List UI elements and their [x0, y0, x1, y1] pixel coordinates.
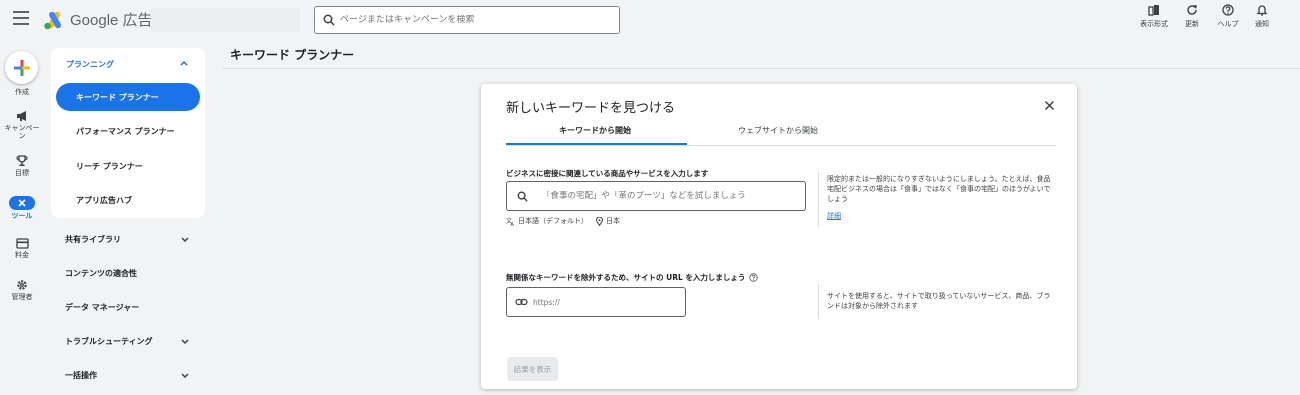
svg-text:A: A [511, 222, 515, 226]
tab-start-with-website[interactable]: ウェブサイトから開始 [738, 125, 818, 136]
tab-start-with-keywords[interactable]: キーワードから開始 [559, 125, 631, 136]
keyword-input-box[interactable] [506, 181, 806, 211]
google-ads-logo[interactable]: Google 広告 [43, 9, 153, 30]
rail-label-admin: 管理者 [11, 293, 33, 301]
plus-icon [13, 59, 30, 76]
megaphone-icon [16, 111, 26, 121]
location-selector[interactable]: 日本 [606, 216, 620, 226]
rail-label-goals: 目標 [15, 169, 29, 177]
nav-item-performance-planner[interactable]: パフォーマンス プランナー [56, 117, 200, 145]
nav-item-app-ads-hub[interactable]: アプリ広告ハブ [56, 186, 200, 214]
help-label: ヘルプ [1217, 20, 1239, 28]
rail-item-admin[interactable]: 管理者 [0, 279, 44, 301]
view-format-label: 表示形式 [1140, 20, 1168, 28]
rail-item-campaigns[interactable]: キャンペーン [0, 110, 44, 140]
view-columns-icon [1148, 5, 1159, 16]
targeting-row: 文 A 日本語（デフォルト） 日本 [506, 216, 620, 226]
url-input-label: 無関係なキーワードを除外するため、サイトの URL を入力しましょう [506, 273, 746, 282]
find-keywords-dialog: 新しいキーワードを見つける キーワードから開始 ウェブサイトから開始 ビジネスに… [481, 84, 1077, 389]
sidebar-label-data-manager: データ マネージャー [65, 303, 140, 312]
rail-item-tools[interactable]: ツール [0, 196, 44, 220]
google-ads-logo-icon [44, 11, 61, 29]
create-button[interactable] [5, 51, 38, 84]
bell-icon [1256, 5, 1268, 16]
refresh-icon [1187, 5, 1197, 15]
trophy-icon [16, 155, 28, 166]
sidebar-label-bulk-actions: 一括操作 [65, 371, 97, 380]
sidebar-label-content-suitability: コンテンツの適合性 [65, 269, 137, 278]
search-input[interactable] [340, 15, 600, 25]
url-input-label-row: 無関係なキーワードを除外するため、サイトの URL を入力しましょう [506, 272, 759, 283]
top-bar: Google 広告 表示形式 更新 ヘルプ [0, 0, 1300, 40]
link-icon [515, 298, 528, 306]
page-title: キーワード プランナー [230, 48, 355, 62]
url-input[interactable] [533, 297, 673, 307]
search-bar[interactable] [314, 6, 620, 34]
nav-item-keyword-planner[interactable]: キーワード プランナー [56, 83, 200, 111]
search-icon [517, 191, 528, 202]
keyword-hint-divider [818, 172, 819, 227]
nav-section-planning[interactable]: プランニング [66, 59, 114, 70]
sidebar-item-shared-library[interactable]: 共有ライブラリ [65, 234, 190, 245]
search-icon [323, 14, 335, 26]
tools-icon [18, 199, 26, 207]
sidebar-item-bulk-actions[interactable]: 一括操作 [65, 370, 190, 381]
sidebar-item-troubleshooting[interactable]: トラブルシューティング [65, 336, 190, 347]
url-hint-divider [818, 284, 819, 319]
rail-label-billing: 料金 [15, 251, 29, 259]
gear-icon [17, 280, 27, 290]
tab-divider [506, 145, 1056, 146]
notifications-label: 通知 [1255, 20, 1269, 28]
location-pin-icon [596, 216, 603, 226]
url-hint: サイトを使用すると、サイトで取り扱っていないサービス、商品、ブランドは対象から除… [827, 292, 1051, 310]
chevron-down-icon [181, 338, 189, 344]
rail-item-create[interactable]: 作成 [0, 86, 44, 96]
close-icon[interactable] [1044, 100, 1055, 111]
sidebar-label-shared-library: 共有ライブラリ [65, 235, 121, 244]
help-icon [1222, 4, 1234, 16]
credit-card-icon [15, 238, 29, 249]
nav-item-reach-planner[interactable]: リーチ プランナー [56, 152, 200, 180]
help-icon[interactable] [749, 273, 759, 282]
rail-item-goals[interactable]: 目標 [0, 155, 44, 177]
rail-label-create: 作成 [15, 88, 29, 96]
planning-nav-panel: プランニング キーワード プランナー パフォーマンス プランナー リーチ プラン… [51, 48, 205, 218]
rail-label-tools: ツール [11, 212, 33, 220]
sidebar-label-troubleshooting: トラブルシューティング [65, 337, 153, 346]
view-format-button[interactable]: 表示形式 [1136, 4, 1172, 29]
keyword-hint: 限定的または一般的になりすぎないようにしましょう。たとえば、食品宅配ビジネスの場… [827, 175, 1051, 203]
rail-item-billing[interactable]: 料金 [0, 238, 44, 259]
account-selector[interactable] [150, 8, 300, 32]
chevron-down-icon [181, 236, 189, 242]
language-selector[interactable]: 日本語（デフォルト） [518, 216, 588, 226]
help-button[interactable]: ヘルプ [1210, 4, 1246, 29]
chevron-down-icon [181, 372, 189, 378]
chevron-up-icon[interactable] [179, 58, 189, 68]
details-link[interactable]: 詳細 [827, 211, 841, 221]
rail-label-campaigns: キャンペーン [4, 124, 40, 140]
notifications-button[interactable]: 通知 [1244, 4, 1280, 29]
sidebar-item-data-manager[interactable]: データ マネージャー [65, 302, 190, 313]
keyword-input[interactable] [542, 191, 782, 201]
show-results-button[interactable]: 結果を表示 [507, 357, 558, 381]
refresh-label: 更新 [1185, 20, 1199, 28]
hamburger-menu-icon[interactable] [13, 11, 29, 25]
translate-icon: 文 A [506, 217, 515, 226]
refresh-button[interactable]: 更新 [1174, 4, 1210, 29]
dialog-title: 新しいキーワードを見つける [506, 101, 676, 116]
url-input-box[interactable] [506, 287, 686, 317]
keyword-input-label: ビジネスに密接に関連している商品やサービスを入力します [506, 169, 709, 178]
tools-pill [9, 196, 35, 210]
title-divider [222, 68, 1300, 69]
logo-text: Google 広告 [70, 12, 153, 29]
sidebar-item-content-suitability[interactable]: コンテンツの適合性 [65, 268, 190, 279]
